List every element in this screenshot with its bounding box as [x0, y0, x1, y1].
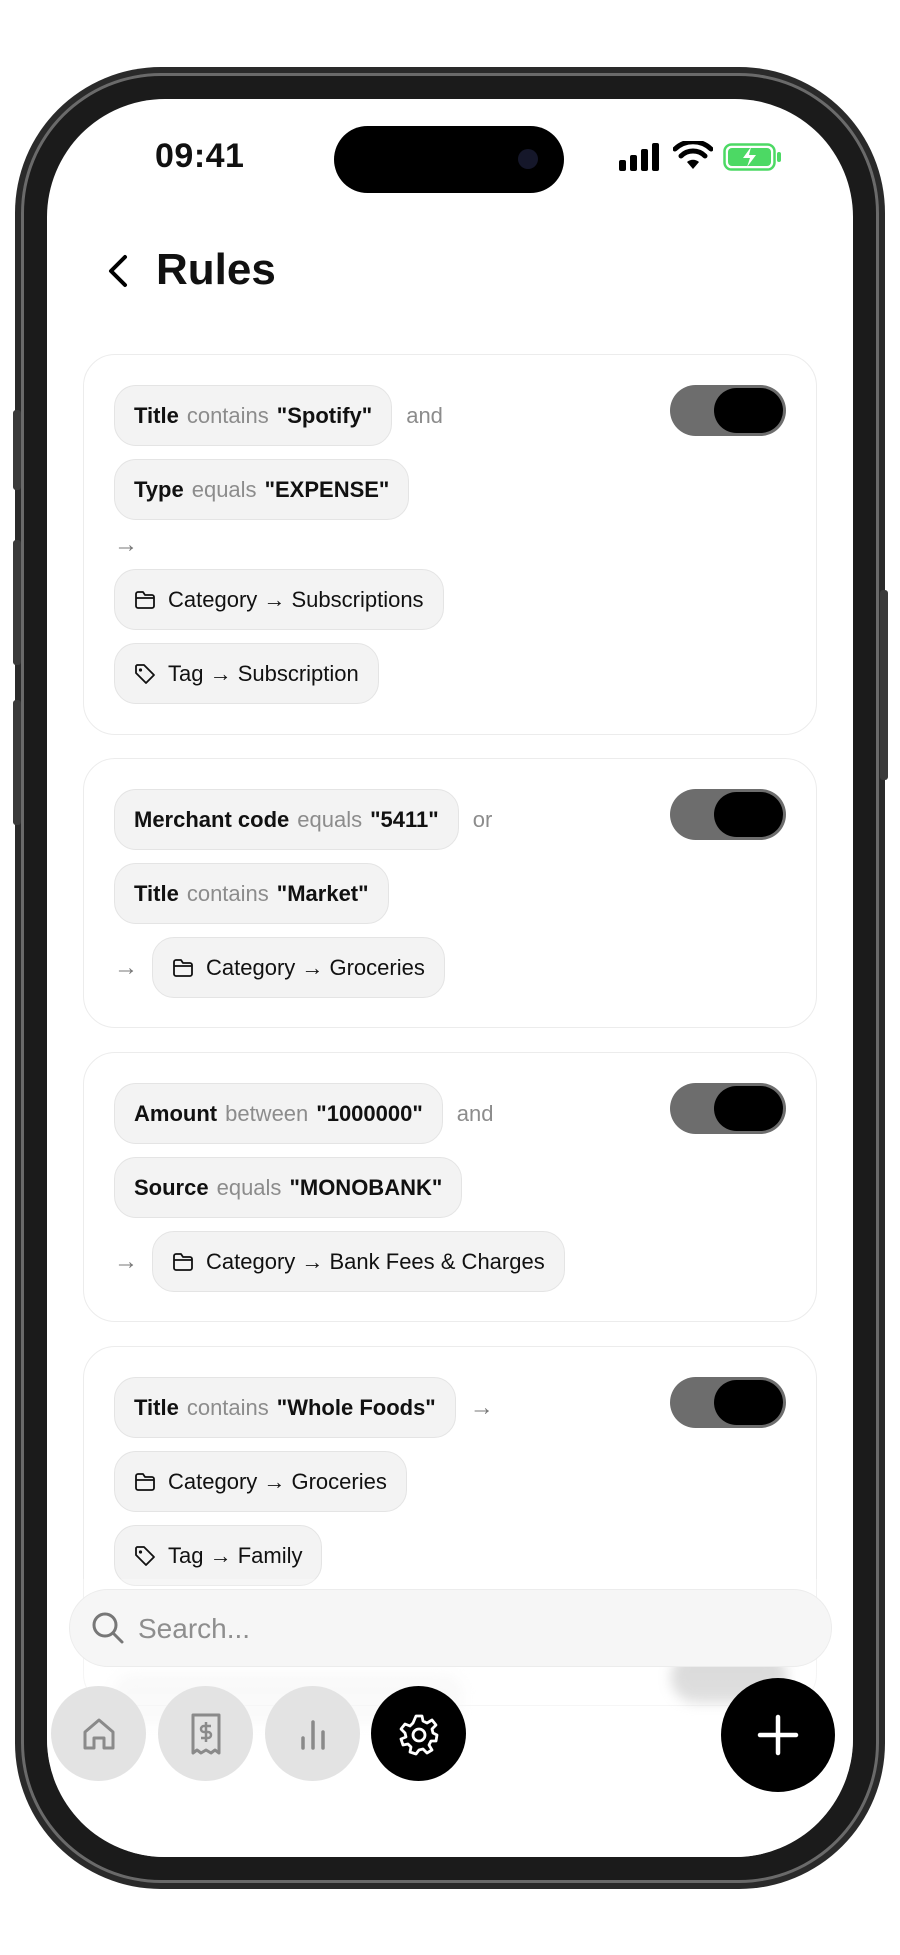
condition-chip[interactable]: Source equals "MONOBANK" [114, 1157, 463, 1218]
folder-icon [135, 590, 155, 609]
condition-chip[interactable]: Title contains "Market" [114, 863, 389, 924]
folder-icon [135, 1472, 155, 1491]
home-icon [83, 1718, 114, 1749]
cellular-signal-icon [619, 143, 659, 171]
condition-chip[interactable]: Type equals "EXPENSE" [114, 459, 410, 520]
rule-enabled-toggle[interactable] [670, 1377, 786, 1428]
nav-home-button[interactable] [51, 1686, 146, 1781]
search-icon [92, 1612, 124, 1644]
search-input[interactable] [138, 1604, 778, 1654]
arrow-icon: → [114, 953, 138, 981]
condition-chip[interactable]: Title contains "Spotify" [114, 385, 393, 446]
app-screen: 09:41 Rules Title contains "Spotify" and… [47, 99, 853, 1857]
receipt-icon [191, 1713, 220, 1754]
rule-enabled-toggle[interactable] [670, 1083, 786, 1134]
action-chip[interactable]: Category → Groceries [152, 937, 445, 998]
action-chip[interactable]: Category → Bank Fees & Charges [152, 1231, 565, 1292]
rule-enabled-toggle[interactable] [670, 385, 786, 436]
back-chevron-icon[interactable] [99, 249, 139, 293]
rule-card[interactable]: Merchant code equals "5411" or Title con… [83, 758, 817, 1028]
volume-down-button [13, 700, 21, 825]
status-bar: 09:41 [47, 99, 853, 209]
condition-chip[interactable]: Title contains "Whole Foods" [114, 1377, 456, 1438]
volume-up-button [13, 540, 21, 665]
plus-icon [757, 1714, 799, 1756]
action-chip[interactable]: Category → Groceries [114, 1451, 407, 1512]
nav-settings-button[interactable] [371, 1686, 466, 1781]
power-button [880, 590, 888, 780]
tag-icon [135, 1545, 155, 1566]
rule-enabled-toggle[interactable] [670, 789, 786, 840]
rule-card[interactable]: Title contains "Spotify" and Type equals… [83, 354, 817, 735]
dynamic-island [334, 126, 564, 193]
search-bar[interactable] [69, 1589, 832, 1667]
condition-chip[interactable]: Amount between "1000000" [114, 1083, 443, 1144]
action-chip[interactable]: Category → Subscriptions [114, 569, 444, 630]
gear-icon [399, 1714, 438, 1755]
bar-chart-icon [300, 1719, 325, 1750]
add-rule-button[interactable] [721, 1678, 835, 1792]
folder-icon [173, 958, 193, 977]
action-chip[interactable]: Tag → Subscription [114, 643, 379, 704]
tag-icon [135, 663, 155, 684]
arrow-icon: → [114, 531, 138, 558]
condition-chip[interactable]: Merchant code equals "5411" [114, 789, 459, 850]
nav-transactions-button[interactable] [158, 1686, 253, 1781]
arrow-icon: → [114, 1247, 138, 1275]
status-time: 09:41 [155, 137, 245, 175]
arrow-icon: → [469, 1393, 494, 1421]
conjunction-label: and [456, 1100, 494, 1126]
battery-charging-icon [723, 143, 781, 171]
conjunction-label: or [472, 806, 493, 832]
page-title: Rules [156, 245, 276, 294]
conjunction-label: and [406, 402, 443, 428]
action-button [13, 410, 21, 490]
folder-icon [173, 1252, 193, 1271]
rule-card[interactable]: Amount between "1000000" and Source equa… [83, 1052, 817, 1322]
wifi-icon [673, 141, 713, 169]
nav-stats-button[interactable] [265, 1686, 360, 1781]
